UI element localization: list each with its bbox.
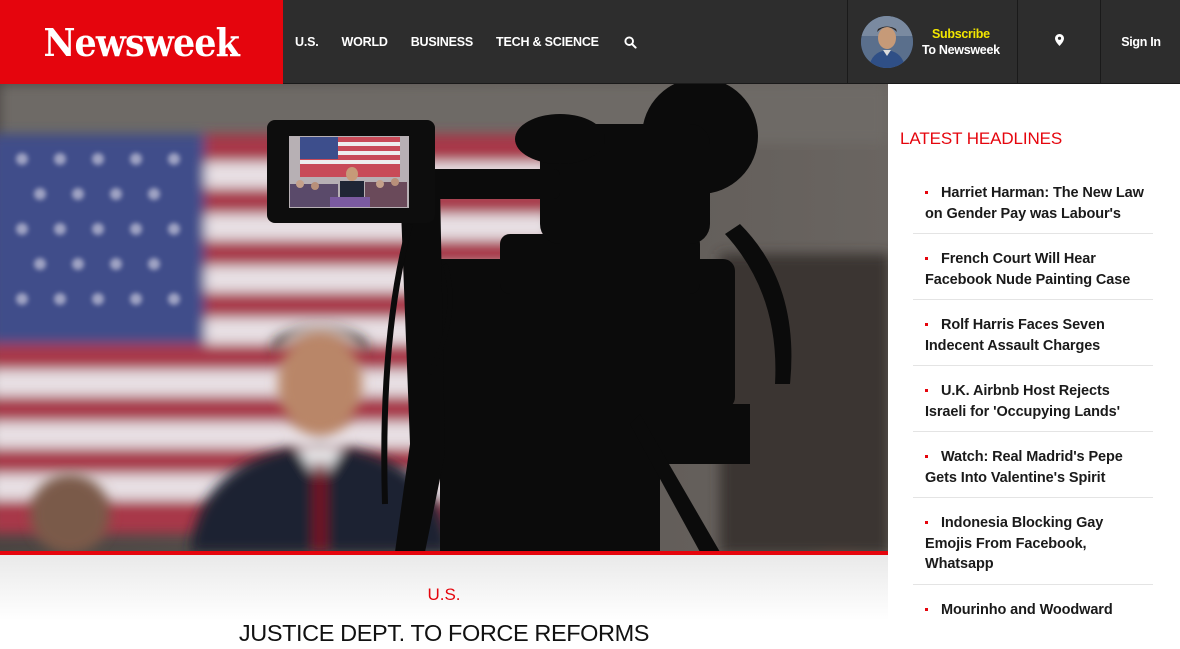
main-nav: U.S. WORLD BUSINESS TECH & SCIENCE [283,0,638,84]
headline-item[interactable]: Mourinho and Woodward [913,594,1153,630]
location-pin-icon[interactable] [1054,33,1064,51]
latest-headlines-sidebar: LATEST HEADLINES Harriet Harman: The New… [888,84,1180,649]
hero-photo [0,84,888,552]
headline-text[interactable]: Watch: Real Madrid's Pepe Gets Into Vale… [925,447,1153,488]
headline-text[interactable]: U.K. Airbnb Host Rejects Israeli for 'Oc… [925,381,1153,422]
site-header: Newsweek U.S. WORLD BUSINESS TECH & SCIE… [0,0,1180,84]
headline-item[interactable]: Harriet Harman: The New Law on Gender Pa… [913,177,1153,234]
bullet-icon [925,455,928,458]
subscribe-avatar [861,16,913,68]
bullet-icon [925,521,928,524]
nav-item-tech-science[interactable]: TECH & SCIENCE [496,35,599,49]
headline-text[interactable]: Harriet Harman: The New Law on Gender Pa… [925,183,1153,224]
bullet-icon [925,191,928,194]
nav-item-world[interactable]: WORLD [342,35,388,49]
headline-text[interactable]: Mourinho and Woodward [925,600,1153,621]
bullet-icon [925,257,928,260]
sign-in-link[interactable]: Sign In [1102,0,1180,84]
headline-item[interactable]: U.K. Airbnb Host Rejects Israeli for 'Oc… [913,375,1153,432]
subscribe-label[interactable]: Subscribe [932,27,990,41]
nav-item-us[interactable]: U.S. [295,35,319,49]
headline-item[interactable]: French Court Will Hear Facebook Nude Pai… [913,243,1153,300]
hero-image[interactable] [0,84,888,552]
headline-item[interactable]: Rolf Harris Faces Seven Indecent Assault… [913,309,1153,366]
location-button[interactable] [1018,0,1101,84]
bullet-icon [925,607,928,611]
headline-text[interactable]: Rolf Harris Faces Seven Indecent Assault… [925,315,1153,356]
headline-item[interactable]: Indonesia Blocking Gay Emojis From Faceb… [913,507,1153,585]
search-icon[interactable] [624,35,638,49]
headline-list: Harriet Harman: The New Law on Gender Pa… [913,177,1153,638]
sidebar-title: LATEST HEADLINES [900,129,1063,148]
headline-text[interactable]: French Court Will Hear Facebook Nude Pai… [925,249,1153,290]
hero-headline[interactable]: JUSTICE DEPT. TO FORCE REFORMS [0,620,888,647]
hero-section-label[interactable]: U.S. [0,585,888,605]
bullet-icon [925,389,928,392]
bullet-icon [925,323,928,326]
newsweek-logo[interactable]: Newsweek [0,0,283,84]
headline-text[interactable]: Indonesia Blocking Gay Emojis From Faceb… [925,513,1153,575]
headline-item[interactable]: Watch: Real Madrid's Pepe Gets Into Vale… [913,441,1153,498]
subscribe-button[interactable]: Subscribe To Newsweek [847,0,1018,84]
logo-text[interactable]: Newsweek [44,20,240,65]
subscribe-sublabel[interactable]: To Newsweek [922,43,1000,57]
nav-item-business[interactable]: BUSINESS [411,35,474,49]
